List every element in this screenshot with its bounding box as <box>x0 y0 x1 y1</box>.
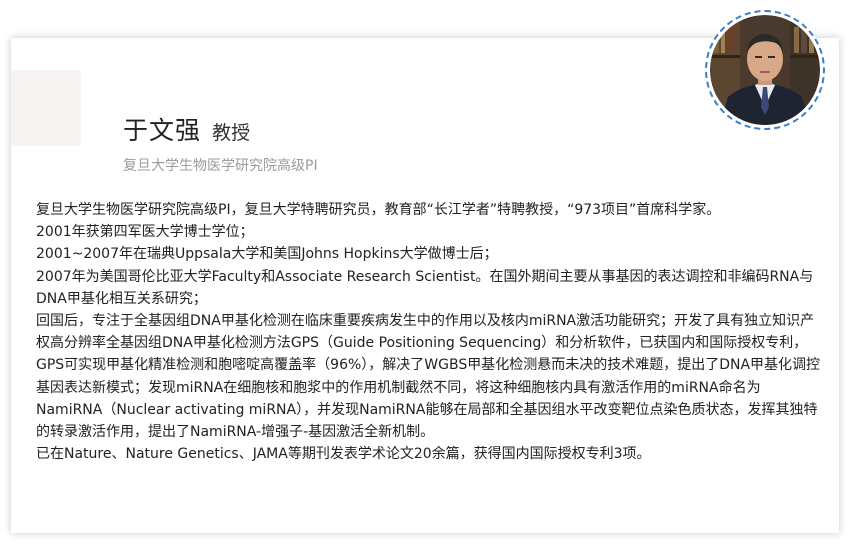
profile-bio: 复旦大学生物医学研究院高级PI，复旦大学特聘研究员，教育部“长江学者”特聘教授，… <box>36 199 826 465</box>
profile-card: 于文强 教授 复旦大学生物医学研究院高级PI 复旦大学生物医学研究院高级PI，复… <box>11 38 839 533</box>
bio-paragraph: 2007年为美国哥伦比亚大学Faculty和Associate Research… <box>36 268 814 307</box>
bio-paragraph: 2001年获第四军医大学博士学位； <box>36 224 254 241</box>
decorative-block <box>11 70 81 146</box>
avatar-frame <box>705 10 825 130</box>
bio-paragraph: 复旦大学生物医学研究院高级PI，复旦大学特聘研究员，教育部“长江学者”特聘教授，… <box>36 202 721 218</box>
profile-affiliation: 复旦大学生物医学研究院高级PI <box>123 158 318 174</box>
bio-paragraph: 回国后，专注于全基因组DNA甲基化检测在临床重要疾病发生中的作用以及核内miRN… <box>36 313 821 441</box>
bio-paragraph: 已在Nature、Nature Genetics、JAMA等期刊发表学术论文20… <box>36 446 651 463</box>
profile-name: 于文强 <box>123 116 202 145</box>
profile-page: 于文强 教授 复旦大学生物医学研究院高级PI 复旦大学生物医学研究院高级PI，复… <box>0 0 853 545</box>
bio-paragraph: 2001~2007年在瑞典Uppsala大学和美国Johns Hopkins大学… <box>36 246 498 263</box>
avatar <box>710 15 820 125</box>
profile-title: 教授 <box>212 122 251 144</box>
profile-heading: 于文强 教授 <box>123 111 250 147</box>
